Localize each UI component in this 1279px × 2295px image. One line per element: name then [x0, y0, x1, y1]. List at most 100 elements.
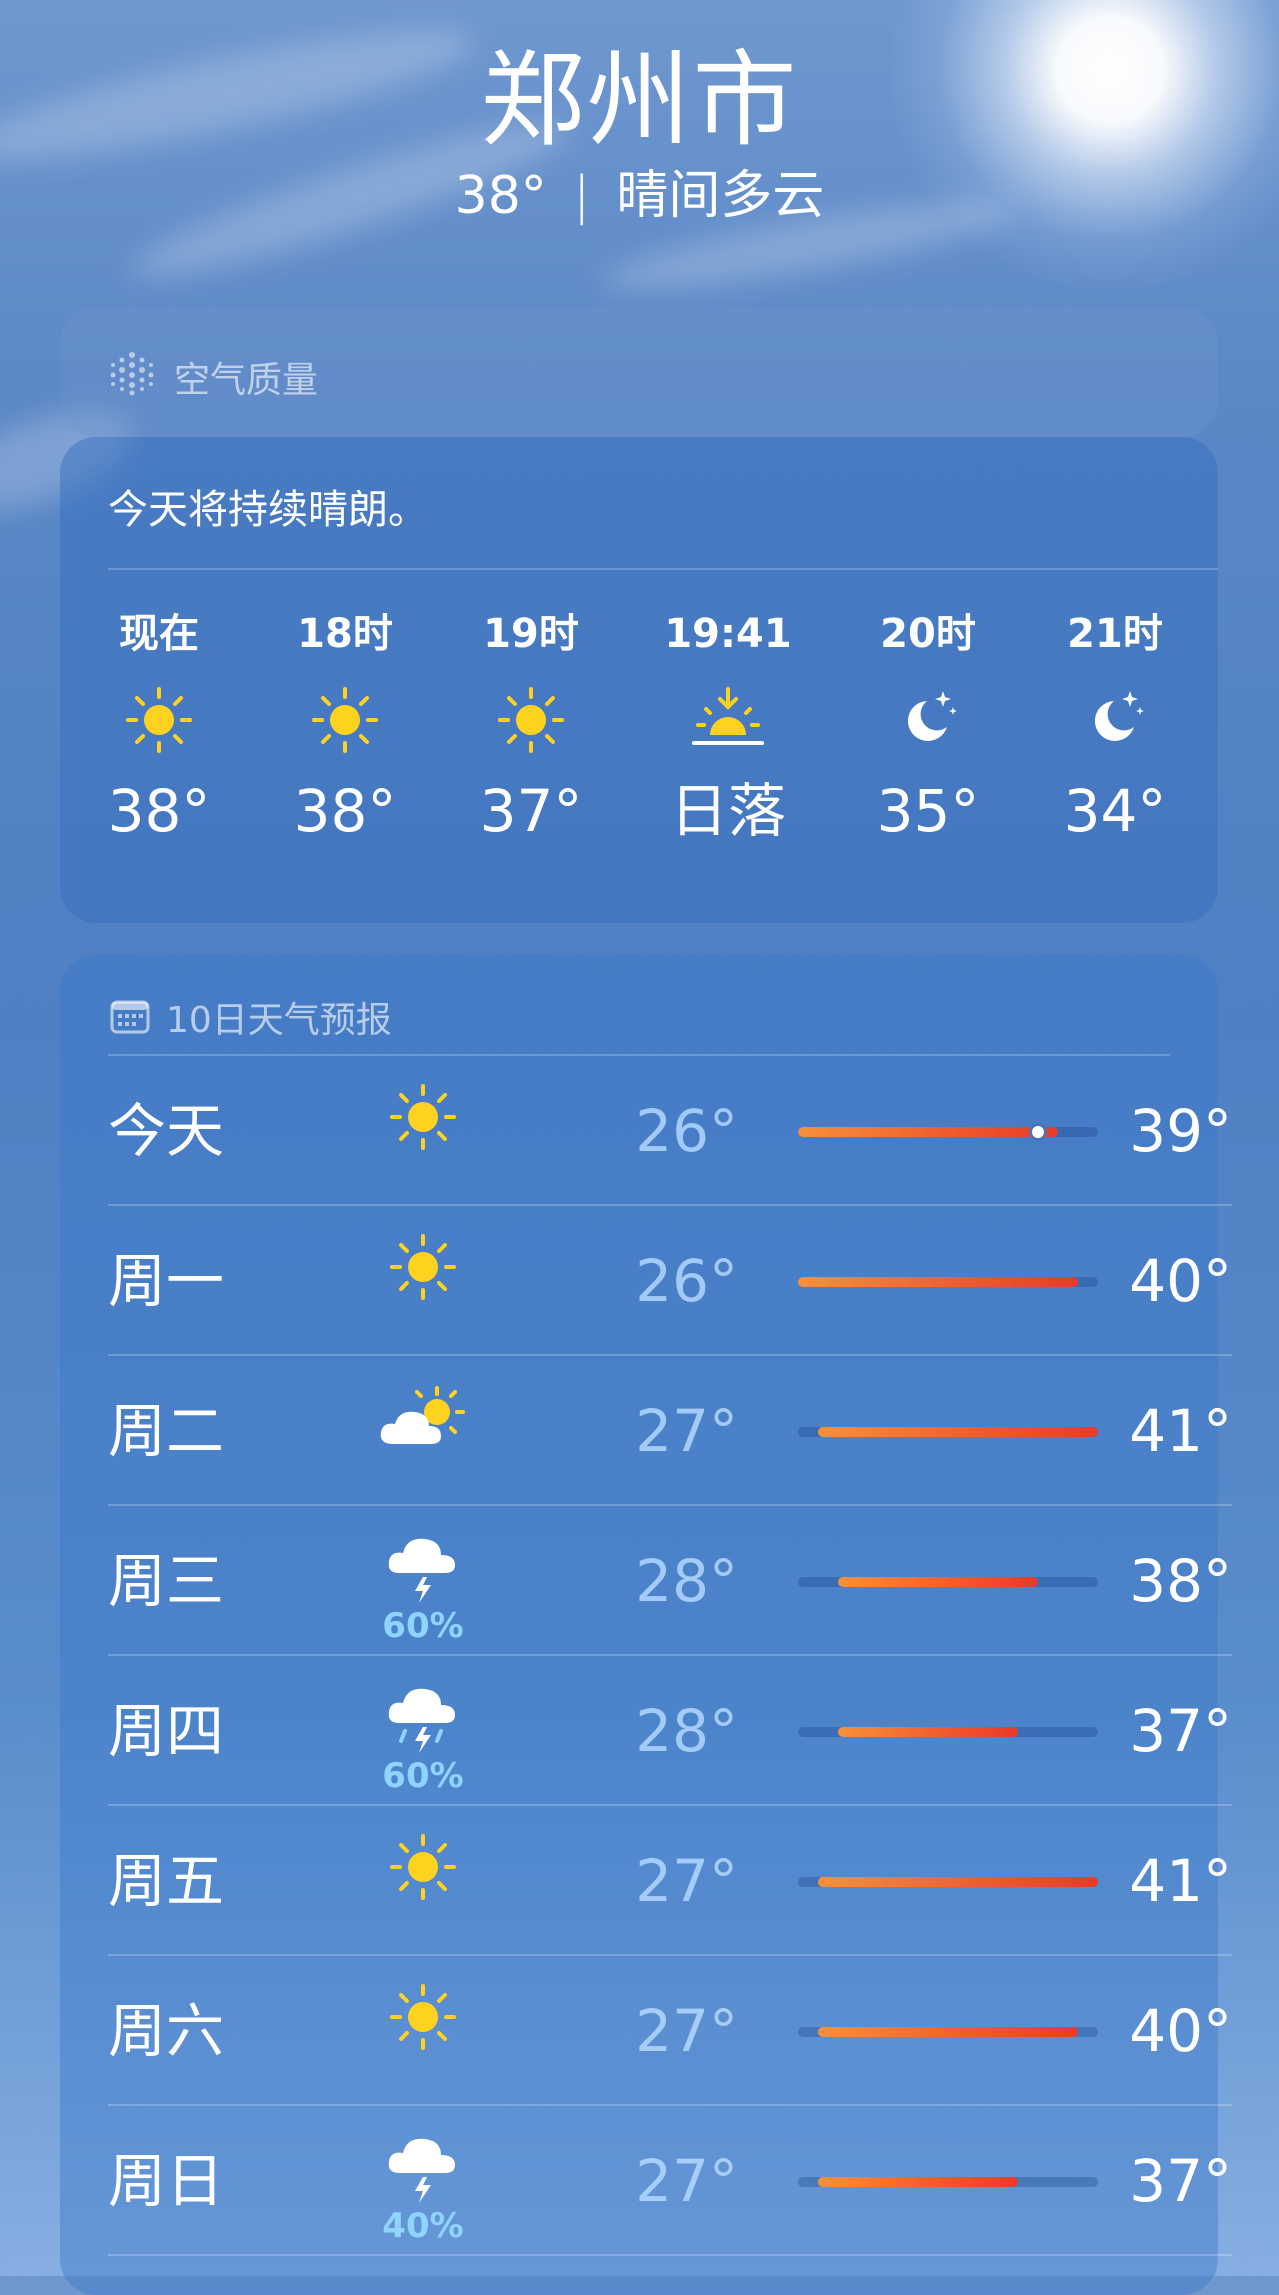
temperature-range-fill — [818, 1877, 1098, 1887]
day-name: 周五 — [108, 1847, 225, 1915]
hourly-forecast-card[interactable]: 今天将持续晴朗。 现在 38° 18时 38° 19时 37° 19:41 日落… — [60, 437, 1218, 923]
day-row[interactable]: 周五 27° 41° — [108, 1806, 1232, 1956]
day-high-temperature: 38° — [1129, 1547, 1232, 1615]
precipitation-chance: 40% — [382, 2206, 464, 2246]
current-temperature: 38° — [454, 166, 547, 226]
calendar-icon — [110, 1000, 150, 1034]
air-quality-icon — [110, 352, 154, 396]
temperature-range-fill — [838, 1727, 1018, 1737]
day-low-temperature: 28° — [635, 1547, 738, 1615]
day-low-temperature: 28° — [635, 1697, 738, 1765]
day-row[interactable]: 周日 40% 27° 37° — [108, 2106, 1232, 2256]
sun-icon — [390, 1234, 456, 1300]
moon-stars-icon — [907, 691, 957, 741]
day-high-temperature: 40° — [1129, 1247, 1232, 1315]
day-name: 周一 — [108, 1247, 225, 1315]
divider — [108, 568, 1218, 570]
day-low-temperature: 26° — [635, 1097, 738, 1165]
temperature-range-fill — [818, 2177, 1018, 2187]
day-high-temperature: 40° — [1129, 1997, 1232, 2065]
hour-temperature: 38° — [293, 777, 397, 845]
temperature-range-fill — [818, 1427, 1098, 1437]
hour-label: 现在 — [119, 611, 199, 657]
ten-day-forecast-card[interactable]: 10日天气预报 今天 26° 39° 周一 26° 40° 周二 27° 41°… — [60, 955, 1232, 2295]
hour-item: 19:41 日落 — [643, 610, 813, 844]
ten-day-header: 10日天气预报 — [110, 991, 392, 1043]
day-row[interactable]: 周三 60% 28° 38° — [108, 1506, 1232, 1656]
day-row[interactable]: 周六 27° 40° — [108, 1956, 1232, 2106]
thunderstorm-icon — [388, 1538, 455, 1603]
hour-label: 19时 — [483, 611, 579, 657]
air-quality-title: 空气质量 — [174, 360, 319, 401]
day-high-temperature: 37° — [1129, 1697, 1232, 1765]
precipitation-chance: 60% — [382, 1606, 464, 1646]
temperature-range-fill — [798, 1277, 1078, 1287]
day-high-temperature: 37° — [1129, 2147, 1232, 2215]
day-low-temperature: 27° — [635, 1997, 738, 2065]
location-header: 郑州市 38° | 晴间多云 — [0, 40, 1279, 228]
hour-label: 19:41 — [664, 611, 792, 657]
hour-label: 18时 — [297, 611, 393, 657]
current-condition: 晴间多云 — [616, 166, 825, 226]
temperature-range-bar — [798, 2177, 1098, 2187]
temperature-range-fill — [798, 1127, 1058, 1137]
temperature-range-fill — [818, 2027, 1078, 2037]
day-row[interactable]: 今天 26° 39° — [108, 1056, 1232, 1206]
hour-temperature: 日落 — [669, 777, 786, 845]
day-row[interactable]: 周二 27° 41° — [108, 1356, 1232, 1506]
divider — [108, 2254, 1232, 2256]
temperature-range-fill — [838, 1577, 1038, 1587]
temperature-range-bar — [798, 1877, 1098, 1887]
hour-temperature: 35° — [876, 777, 980, 845]
day-low-temperature: 26° — [635, 1247, 738, 1315]
hour-item: 21时 34° — [1030, 610, 1200, 844]
hour-label: 21时 — [1067, 611, 1163, 657]
day-low-temperature: 27° — [635, 2147, 738, 2215]
hour-label: 20时 — [880, 611, 976, 657]
day-high-temperature: 41° — [1129, 1397, 1232, 1465]
day-name: 周日 — [108, 2147, 225, 2215]
temperature-range-bar — [798, 2027, 1098, 2037]
thunderstorm-icon — [388, 2138, 455, 2203]
sun-icon — [390, 1984, 456, 2050]
moon-stars-icon — [1094, 691, 1144, 741]
hour-temperature: 38° — [107, 777, 211, 845]
current-temperature-dot — [1029, 1123, 1047, 1141]
temperature-range-bar — [798, 1427, 1098, 1437]
current-conditions: 38° | 晴间多云 — [0, 164, 1279, 228]
temperature-range-bar — [798, 1123, 1098, 1141]
day-low-temperature: 27° — [635, 1397, 738, 1465]
hour-temperature: 37° — [479, 777, 583, 845]
forecast-summary: 今天将持续晴朗。 — [108, 487, 428, 533]
sun-icon — [390, 1084, 456, 1150]
sun-icon — [498, 687, 564, 753]
hour-item: 现在 38° — [74, 610, 244, 844]
temperature-range-bar — [798, 1277, 1098, 1287]
air-quality-card[interactable]: 空气质量 — [60, 307, 1218, 437]
day-name: 周六 — [108, 1997, 225, 2065]
sun-icon — [312, 687, 378, 753]
day-row[interactable]: 周四 60% 28° 37° — [108, 1656, 1232, 1806]
day-name: 周四 — [108, 1697, 225, 1765]
ten-day-title: 10日天气预报 — [166, 1000, 392, 1041]
day-name: 周二 — [108, 1397, 225, 1465]
hour-item: 18时 38° — [260, 610, 430, 844]
city-name: 郑州市 — [480, 39, 799, 161]
sun-icon — [390, 1834, 456, 1900]
hour-item: 19时 37° — [446, 610, 616, 844]
partly-cloudy-icon — [380, 1386, 465, 1444]
separator: | — [572, 166, 591, 226]
hour-item: 20时 35° — [843, 610, 1013, 844]
day-name: 周三 — [108, 1547, 225, 1615]
sunset-icon — [692, 687, 764, 745]
temperature-range-bar — [798, 1727, 1098, 1737]
sun-icon — [126, 687, 192, 753]
day-high-temperature: 39° — [1129, 1097, 1232, 1165]
thunder-rain-icon — [388, 1688, 455, 1753]
day-low-temperature: 27° — [635, 1847, 738, 1915]
hour-temperature: 34° — [1063, 777, 1167, 845]
day-row[interactable]: 周一 26° 40° — [108, 1206, 1232, 1356]
day-high-temperature: 41° — [1129, 1847, 1232, 1915]
precipitation-chance: 60% — [382, 1756, 464, 1796]
temperature-range-bar — [798, 1577, 1098, 1587]
